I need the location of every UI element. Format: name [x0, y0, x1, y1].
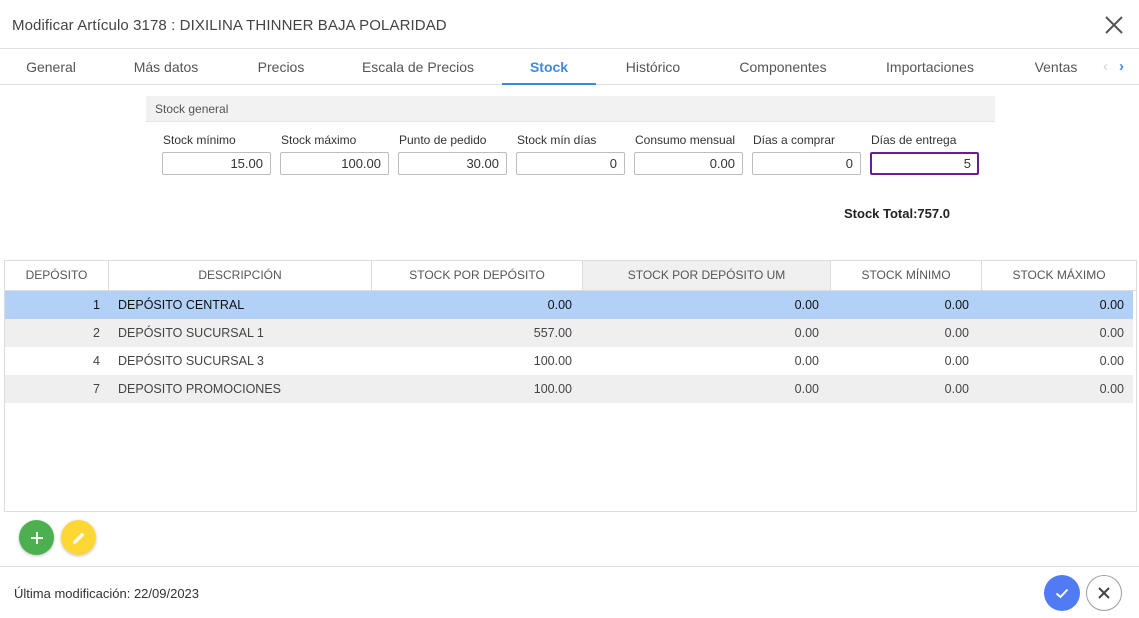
tab-mas-datos[interactable]: Más datos [124, 49, 208, 85]
stock-minimo-label: Stock mínimo [163, 133, 236, 147]
cell-descripcion: DEPOSITO PROMOCIONES [118, 382, 281, 396]
stock-min-dias-input[interactable]: 0 [516, 152, 625, 175]
stock-maximo-label: Stock máximo [281, 133, 357, 147]
add-button[interactable] [19, 520, 54, 555]
stock-minimo-input[interactable]: 15.00 [162, 152, 271, 175]
stock-min-dias-label: Stock mín días [517, 133, 597, 147]
cell-deposito: 7 [93, 382, 100, 396]
dialog-footer: Última modificación: 22/09/2023 [0, 566, 1139, 618]
stock-general-title: Stock general [155, 102, 229, 116]
cell-minimo: 0.00 [944, 326, 969, 340]
consumo-mensual-input[interactable]: 0.00 [634, 152, 743, 175]
stock-maximo-input[interactable]: 100.00 [280, 152, 389, 175]
consumo-mensual-label: Consumo mensual [635, 133, 736, 147]
last-modification-date: 22/09/2023 [133, 586, 200, 601]
table-row[interactable]: 1 DEPÓSITO CENTRAL 0.00 0.00 0.00 0.00 [5, 291, 1133, 319]
col-stock-minimo[interactable]: STOCK MÍNIMO [831, 261, 982, 290]
cell-stock-um: 0.00 [794, 298, 819, 312]
plus-icon [30, 531, 43, 544]
col-deposito[interactable]: DEPÓSITO [5, 261, 109, 290]
cell-deposito: 4 [93, 354, 100, 368]
cell-descripcion: DEPÓSITO SUCURSAL 1 [118, 326, 264, 340]
cell-stock-um: 0.00 [794, 354, 819, 368]
tab-scroll-arrows: ‹ › [1101, 57, 1133, 77]
last-modification: Última modificación: 22/09/2023 [14, 586, 199, 601]
cell-descripcion: DEPÓSITO CENTRAL [118, 298, 245, 312]
punto-pedido-input[interactable]: 30.00 [398, 152, 507, 175]
cell-maximo: 0.00 [1099, 326, 1124, 340]
dias-entrega-label: Días de entrega [871, 133, 957, 147]
cell-deposito: 1 [93, 298, 100, 312]
dialog-title: Modificar Artículo 3178 : DIXILINA THINN… [12, 17, 447, 34]
cell-minimo: 0.00 [944, 298, 969, 312]
cell-stock: 0.00 [547, 298, 572, 312]
edit-button[interactable] [61, 520, 96, 555]
table-row[interactable]: 4 DEPÓSITO SUCURSAL 3 100.00 0.00 0.00 0… [5, 347, 1133, 375]
tab-componentes[interactable]: Componentes [730, 49, 836, 85]
table-row[interactable]: 2 DEPÓSITO SUCURSAL 1 557.00 0.00 0.00 0… [5, 319, 1133, 347]
cell-minimo: 0.00 [944, 382, 969, 396]
tab-precios[interactable]: Precios [248, 49, 314, 85]
cell-maximo: 0.00 [1099, 354, 1124, 368]
chevron-right-icon[interactable]: › [1119, 57, 1124, 77]
col-stock-deposito[interactable]: STOCK POR DEPÓSITO [372, 261, 583, 290]
tab-importaciones[interactable]: Importaciones [874, 49, 986, 85]
cell-deposito: 2 [93, 326, 100, 340]
tab-stock[interactable]: Stock [502, 49, 596, 85]
dias-comprar-input[interactable]: 0 [752, 152, 861, 175]
table-header: DEPÓSITO DESCRIPCIÓN STOCK POR DEPÓSITO … [5, 261, 1136, 291]
cell-stock: 100.00 [533, 382, 572, 396]
cell-stock-um: 0.00 [794, 326, 819, 340]
punto-pedido-label: Punto de pedido [399, 133, 487, 147]
col-descripcion[interactable]: DESCRIPCIÓN [109, 261, 372, 290]
dialog-header: Modificar Artículo 3178 : DIXILINA THINN… [0, 0, 1139, 49]
stock-total: Stock Total:757.0 [844, 206, 950, 221]
tab-escala-precios[interactable]: Escala de Precios [352, 49, 484, 85]
chevron-left-icon[interactable]: ‹ [1103, 57, 1108, 77]
stock-table: DEPÓSITO DESCRIPCIÓN STOCK POR DEPÓSITO … [4, 260, 1137, 512]
cell-stock: 100.00 [533, 354, 572, 368]
cell-maximo: 0.00 [1099, 382, 1124, 396]
close-icon[interactable] [1103, 14, 1125, 36]
close-icon [1098, 587, 1110, 599]
last-modification-label: Última modificación: [14, 586, 131, 601]
cell-minimo: 0.00 [944, 354, 969, 368]
cancel-button[interactable] [1086, 575, 1122, 611]
stock-general-panel: Stock general [146, 96, 995, 122]
confirm-button[interactable] [1044, 575, 1080, 611]
table-row[interactable]: 7 DEPOSITO PROMOCIONES 100.00 0.00 0.00 … [5, 375, 1133, 403]
dias-comprar-label: Días a comprar [753, 133, 836, 147]
dias-entrega-input[interactable]: 5 [870, 152, 979, 175]
col-stock-deposito-um[interactable]: STOCK POR DEPÓSITO UM [583, 261, 831, 290]
pencil-icon [72, 532, 84, 544]
col-stock-maximo[interactable]: STOCK MÁXIMO [982, 261, 1136, 290]
cell-maximo: 0.00 [1099, 298, 1124, 312]
check-icon [1055, 588, 1069, 599]
cell-descripcion: DEPÓSITO SUCURSAL 3 [118, 354, 264, 368]
tab-bar: General Más datos Precios Escala de Prec… [0, 49, 1139, 85]
cell-stock: 557.00 [533, 326, 572, 340]
cell-stock-um: 0.00 [794, 382, 819, 396]
tab-general[interactable]: General [18, 49, 84, 85]
tab-ventas[interactable]: Ventas [1024, 49, 1088, 85]
tab-historico[interactable]: Histórico [614, 49, 692, 85]
